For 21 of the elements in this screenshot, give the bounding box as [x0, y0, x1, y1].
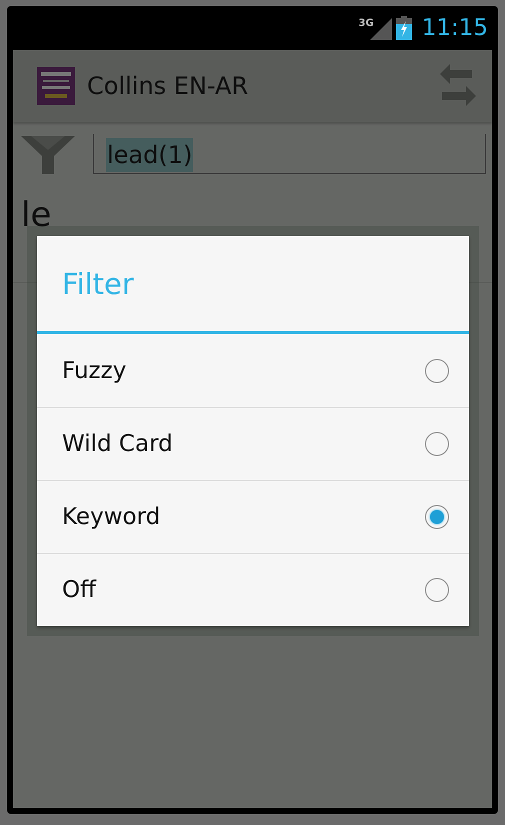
- option-label: Fuzzy: [62, 358, 126, 384]
- clock: 11:15: [422, 15, 488, 41]
- app-title: Collins EN-AR: [87, 72, 250, 100]
- filter-option[interactable]: Off: [37, 553, 469, 626]
- option-label: Wild Card: [62, 431, 173, 457]
- radio-button[interactable]: [425, 505, 449, 529]
- option-label: Off: [62, 577, 96, 603]
- network-type: 3G: [358, 18, 374, 29]
- swap-arrows-icon[interactable]: [440, 64, 476, 108]
- entry-heading: le: [21, 196, 52, 234]
- radio-button[interactable]: [425, 358, 449, 382]
- dictionary-logo-icon: [37, 67, 75, 105]
- filter-icon[interactable]: [21, 134, 75, 174]
- dialog-title: Filter: [37, 236, 469, 334]
- battery-charging-icon: [396, 16, 412, 40]
- filter-option[interactable]: Wild Card: [37, 407, 469, 480]
- radio-button[interactable]: [425, 432, 449, 456]
- radio-button[interactable]: [425, 578, 449, 602]
- filter-option[interactable]: Keyword: [37, 480, 469, 553]
- filter-option[interactable]: Fuzzy: [37, 334, 469, 407]
- option-label: Keyword: [62, 504, 160, 530]
